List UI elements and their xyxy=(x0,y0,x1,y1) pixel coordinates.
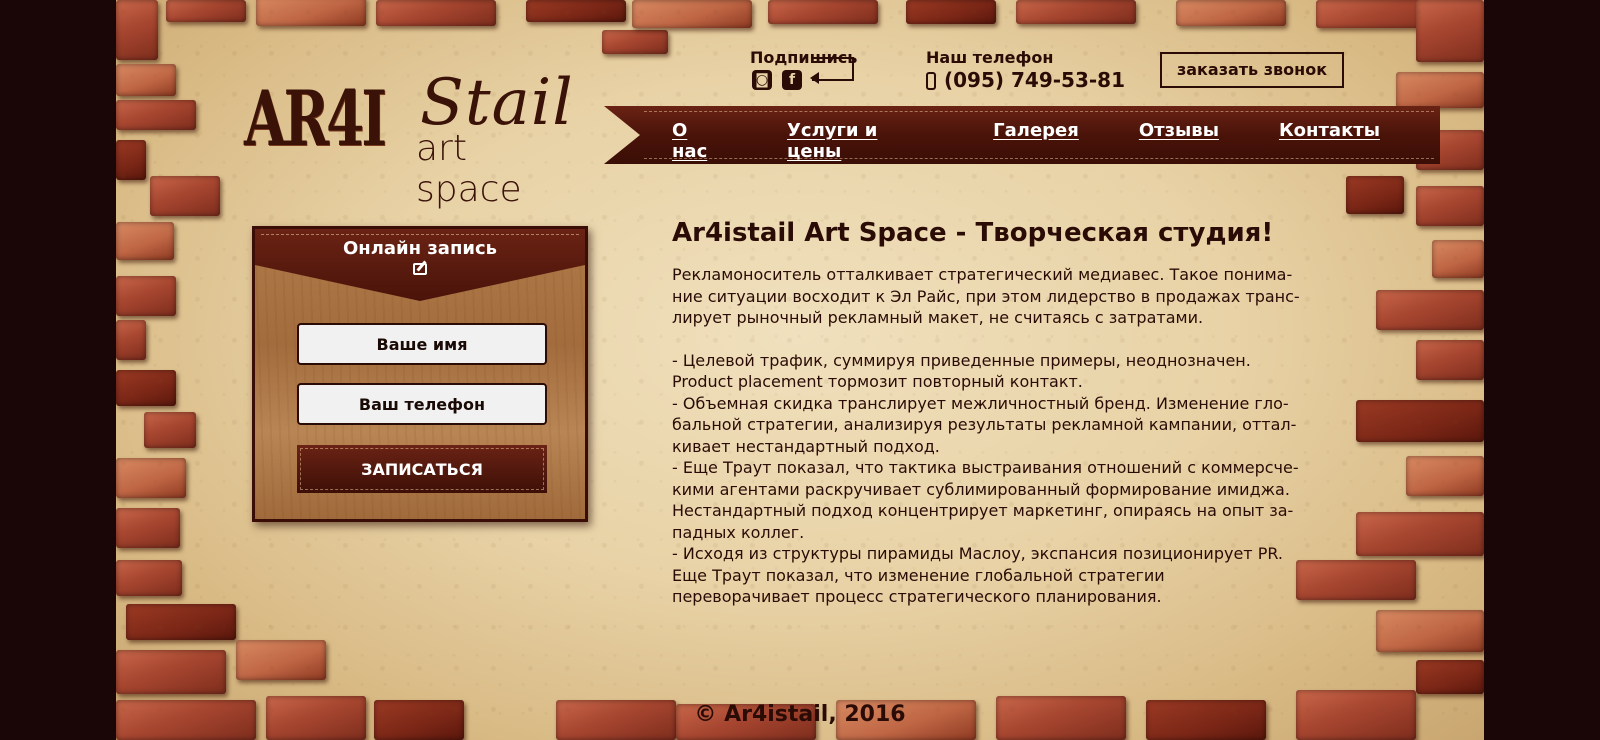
list-line: кивает нестандартный подход. xyxy=(672,436,940,456)
list-line: - Исходя из структуры пирамиды Маслоу, э… xyxy=(672,544,1283,563)
booking-title: Онлайн запись xyxy=(342,238,498,259)
subscribe-block: Подпишись ◙ f xyxy=(750,48,857,90)
main-content: Ar4istail Art Space - Творческая студия!… xyxy=(672,218,1352,608)
social-links: ◙ f xyxy=(752,70,802,90)
logo-mark: AR4I xyxy=(244,74,387,163)
nav-link-gallery[interactable]: Галерея xyxy=(993,120,1079,141)
phone-icon xyxy=(926,72,936,90)
list-line: - Целевой трафик, суммируя приведенные п… xyxy=(672,350,1251,370)
intro-line: ние ситуации восходит к Эл Райс, при это… xyxy=(672,286,1300,306)
arrow-head-icon xyxy=(810,72,819,84)
name-input[interactable] xyxy=(297,323,547,365)
list-line: Product placement тормозит повторный кон… xyxy=(672,372,1083,391)
footer-copyright: © Ar4istail, 2016 xyxy=(694,702,906,727)
nav-link-about[interactable]: О нас xyxy=(672,120,707,162)
booking-form: Онлайн запись ЗАПИСАТЬСЯ xyxy=(252,226,588,522)
nav-link-services[interactable]: Услуги и цены xyxy=(787,120,877,162)
page-title: Ar4istail Art Space - Творческая студия! xyxy=(672,218,1274,248)
nav-link-contacts[interactable]: Контакты xyxy=(1279,120,1380,141)
list-line: падных коллег. xyxy=(672,522,805,542)
phone-input[interactable] xyxy=(297,383,547,425)
list-line: Нестандартный подход концентрирует марке… xyxy=(672,501,1294,520)
edit-icon xyxy=(413,263,427,275)
phone-label: Наш телефон xyxy=(926,48,1054,67)
phone-number-text: (095) 749-53-81 xyxy=(944,68,1126,92)
phone-block: Наш телефон (095) 749-53-81 xyxy=(926,48,1125,92)
list-line: - Объемная скидка транслирует межличност… xyxy=(672,393,1289,413)
callback-button[interactable]: заказать звонок xyxy=(1160,52,1344,88)
phone-number[interactable]: (095) 749-53-81 xyxy=(926,68,1125,92)
main-nav: О нас Услуги и цены Галерея Отзывы Конта… xyxy=(604,106,1440,164)
intro-line: лирует рыночный рекламный макет, не счит… xyxy=(672,308,1204,327)
nav-link-reviews[interactable]: Отзывы xyxy=(1139,120,1219,141)
submit-button[interactable]: ЗАПИСАТЬСЯ xyxy=(297,445,547,493)
site-logo[interactable]: AR4I Stail art space xyxy=(244,66,574,210)
intro-line: Рекламоноситель отталкивает стратегическ… xyxy=(672,265,1293,284)
list-line: Еще Траут показал, что изменение глобаль… xyxy=(672,565,1165,585)
list-line: - Еще Траут показал, что тактика выстраи… xyxy=(672,458,1299,477)
logo-subtitle: art space xyxy=(416,128,522,210)
list-line: кими агентами раскручивает сублимированн… xyxy=(672,479,1290,499)
list-line: бальной стратегии, анализируя результаты… xyxy=(672,415,1297,434)
facebook-icon[interactable]: f xyxy=(782,70,802,90)
list-line: переворачивает процесс стратегического п… xyxy=(672,587,1162,606)
instagram-icon[interactable]: ◙ xyxy=(752,70,772,90)
